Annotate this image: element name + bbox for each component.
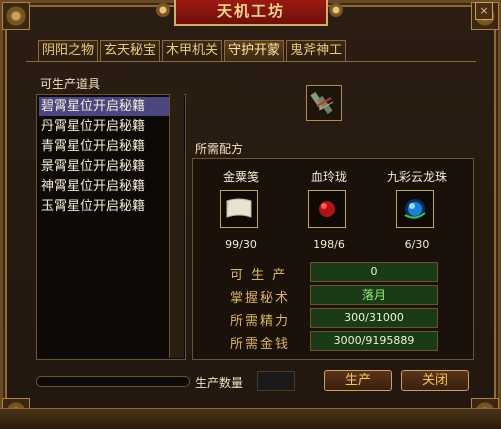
product-slot[interactable]	[306, 85, 342, 121]
produce-button[interactable]: 生产	[324, 370, 392, 391]
tab-guifu[interactable]: 鬼斧神工	[286, 40, 347, 61]
list-item[interactable]: 神霄星位开启秘籍	[39, 177, 173, 196]
window-title: 天机工坊	[174, 0, 328, 26]
producible-item-list: 碧霄星位开启秘籍 丹霄星位开启秘籍 青霄星位开启秘籍 景霄星位开启秘籍 神霄星位…	[36, 94, 186, 360]
list-item[interactable]: 玉霄星位开启秘籍	[39, 197, 173, 216]
paper-scroll-icon	[226, 198, 252, 218]
material-count: 6/30	[404, 238, 430, 251]
tab-xuantian[interactable]: 玄天秘宝	[100, 40, 161, 61]
material-name: 血玲珑	[310, 170, 347, 184]
energy-value: 300/31000	[310, 308, 438, 328]
list-item[interactable]: 景霄星位开启秘籍	[39, 157, 173, 176]
title-ornament-icon	[329, 3, 343, 17]
skill-label: 掌握秘术	[230, 291, 291, 306]
list-item[interactable]: 丹霄星位开启秘籍	[39, 117, 173, 136]
red-orb-icon	[319, 201, 335, 217]
material-count: 198/6	[313, 238, 345, 251]
material-slot[interactable]	[396, 190, 434, 228]
material-slot[interactable]	[308, 190, 346, 228]
gold-label: 所需金钱	[230, 337, 291, 352]
material-name: 九彩云龙珠	[386, 170, 447, 184]
tab-yinyang[interactable]: 阴阳之物	[38, 40, 99, 61]
tab-divider	[26, 61, 476, 62]
list-item[interactable]: 碧霄星位开启秘籍	[39, 97, 173, 116]
title-ornament-icon	[156, 3, 170, 17]
gold-value: 3000/9195889	[310, 331, 438, 351]
blue-dragon-orb-icon	[404, 199, 426, 219]
material-name: 金粟笺	[222, 170, 259, 184]
material-count: 99/30	[225, 238, 257, 251]
production-progress-bar	[36, 376, 190, 387]
energy-label: 所需精力	[230, 314, 291, 329]
recipe-panel	[192, 158, 474, 360]
list-scrollbar[interactable]	[169, 94, 184, 358]
tab-mujia[interactable]: 木甲机关	[162, 40, 223, 61]
quantity-label: 生产数量	[195, 376, 244, 390]
list-item[interactable]: 青霄星位开启秘籍	[39, 137, 173, 156]
list-heading: 可生产道具	[40, 77, 101, 91]
producible-value: 0	[310, 262, 438, 282]
skill-value: 落月	[310, 285, 438, 305]
producible-label: 可 生 产	[230, 268, 288, 283]
scroll-bundle-icon	[310, 91, 334, 115]
category-tabs: 阴阳之物 玄天秘宝 木甲机关 守护开蒙 鬼斧神工	[38, 40, 348, 62]
close-window-button[interactable]: ×	[475, 2, 493, 20]
quantity-input[interactable]	[257, 371, 295, 391]
material-slot[interactable]	[220, 190, 258, 228]
bottom-decor-bar	[0, 408, 501, 429]
frame-corner-ornament	[2, 2, 30, 30]
recipe-heading: 所需配方	[195, 142, 244, 156]
close-button[interactable]: 关闭	[401, 370, 469, 391]
tab-shouhu[interactable]: 守护开蒙	[224, 40, 285, 62]
